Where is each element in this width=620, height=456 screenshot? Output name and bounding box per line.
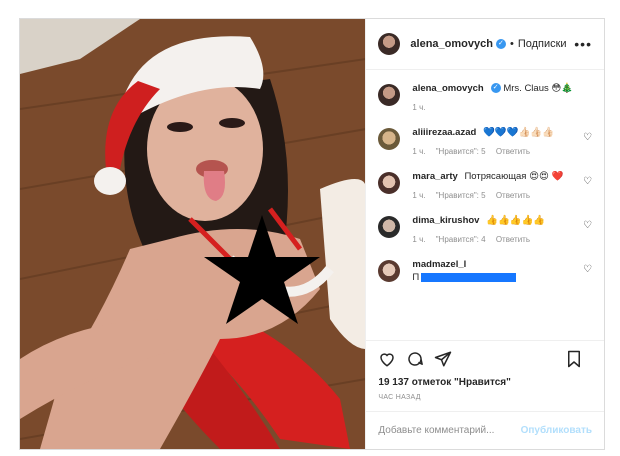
add-comment-bar: Добавьте комментарий... Опубликовать <box>366 411 604 449</box>
header-separator: • <box>509 38 514 50</box>
comment-avatar[interactable] <box>378 260 401 282</box>
comment-time[interactable]: 1 ч. <box>412 191 425 200</box>
comment-avatar[interactable] <box>378 172 401 194</box>
comment-username[interactable]: dima_kirushov <box>412 215 479 226</box>
caption-time[interactable]: 1 ч. <box>412 103 425 112</box>
author-username[interactable]: alena_omovych <box>410 38 493 50</box>
comment-text: Потрясающая 😍😍 ❤️ <box>464 171 564 182</box>
comment-likes[interactable]: "Нравится": 5 <box>436 191 486 200</box>
comment-heart-icon[interactable]: ♡ <box>583 220 592 231</box>
comment-heart-icon[interactable]: ♡ <box>583 264 592 275</box>
verified-icon: ✓ <box>495 39 506 49</box>
following-button[interactable]: Подписки <box>518 38 567 50</box>
post-time[interactable]: ЧАС НАЗАД <box>378 394 592 401</box>
post-header: alena_omovych ✓ • Подписки ••• <box>366 19 604 70</box>
comment-input[interactable]: Добавьте комментарий... <box>378 425 520 436</box>
post-photo[interactable] <box>20 19 366 449</box>
comment-text: П <box>412 272 420 283</box>
post-actions: 19 137 отметок "Нравится" ЧАС НАЗАД <box>366 341 604 401</box>
reply-button[interactable]: Ответить <box>496 147 530 156</box>
caption-text: Mrs. Claus 😳🎄 <box>503 83 574 94</box>
comment-heart-icon[interactable]: ♡ <box>583 132 592 143</box>
caption: alena_omovych ✓ Mrs. Claus 😳🎄 1 ч. <box>378 82 592 114</box>
instagram-post: alena_omovych ✓ • Подписки ••• alena_omo… <box>19 18 605 450</box>
publish-button[interactable]: Опубликовать <box>521 425 592 436</box>
comment-time[interactable]: 1 ч. <box>412 235 425 244</box>
caption-avatar[interactable] <box>378 84 401 106</box>
more-icon[interactable]: ••• <box>574 36 592 52</box>
author-avatar[interactable] <box>378 33 401 55</box>
bookmark-icon[interactable] <box>566 350 582 368</box>
comment-time[interactable]: 1 ч. <box>412 147 425 156</box>
verified-icon: ✓ <box>490 83 501 94</box>
comment-item: madmazel_l П ♡ <box>378 258 592 284</box>
comment-icon[interactable] <box>406 350 424 368</box>
share-icon[interactable] <box>434 350 452 368</box>
comment-likes[interactable]: "Нравится": 5 <box>436 147 486 156</box>
comment-avatar[interactable] <box>378 216 401 238</box>
comment-text: 💙💙💙👍🏻👍🏻👍🏻 <box>482 127 554 138</box>
comment-username[interactable]: mara_arty <box>412 171 457 182</box>
comment-avatar[interactable] <box>378 128 401 150</box>
reply-button[interactable]: Ответить <box>496 235 530 244</box>
comment-item: aliiirezaa.azad 💙💙💙👍🏻👍🏻👍🏻 1 ч. "Нравится… <box>378 126 592 158</box>
comment-username[interactable]: madmazel_l <box>412 259 466 270</box>
caption-username[interactable]: alena_omovych <box>412 83 483 94</box>
photo-illustration <box>20 19 366 449</box>
comment-likes[interactable]: "Нравится": 4 <box>436 235 486 244</box>
heart-icon[interactable] <box>378 350 396 368</box>
reply-button[interactable]: Ответить <box>496 191 530 200</box>
comment-text: 👍👍👍👍👍 <box>486 215 546 226</box>
post-panel: alena_omovych ✓ • Подписки ••• alena_omo… <box>365 19 604 449</box>
comment-username[interactable]: aliiirezaa.azad <box>412 127 476 138</box>
redaction-bar <box>421 272 517 282</box>
comment-item: dima_kirushov 👍👍👍👍👍 1 ч. "Нравится": 4 О… <box>378 214 592 246</box>
likes-count[interactable]: 19 137 отметок "Нравится" <box>378 377 592 388</box>
comment-heart-icon[interactable]: ♡ <box>583 176 592 187</box>
comments-list[interactable]: alena_omovych ✓ Mrs. Claus 😳🎄 1 ч. aliiir… <box>366 70 604 341</box>
comment-item: mara_arty Потрясающая 😍😍 ❤️ 1 ч. "Нравит… <box>378 170 592 202</box>
